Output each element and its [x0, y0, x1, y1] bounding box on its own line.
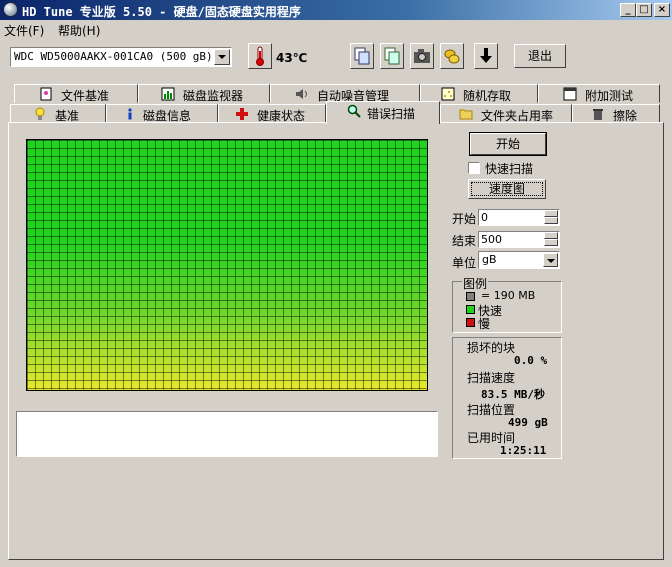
unit-select-value: gB: [482, 253, 497, 266]
camera-icon: [414, 49, 430, 63]
tab-erase[interactable]: 擦除: [572, 104, 660, 123]
tab-extra-tests[interactable]: 附加测试: [538, 84, 660, 103]
file-benchmark-icon: [40, 87, 52, 101]
tab-benchmark[interactable]: 基准: [10, 104, 106, 123]
copy-text-button[interactable]: [350, 43, 374, 69]
fast-swatch: [466, 305, 475, 314]
close-button[interactable]: ×: [654, 3, 670, 17]
tab-label: 文件基准: [61, 89, 110, 103]
menu-file[interactable]: 文件(F): [4, 22, 44, 39]
block-size-text: = 190 MB: [481, 289, 536, 302]
slow-label: 慢: [478, 317, 491, 331]
title-bar[interactable]: HD Tune 专业版 5.50 - 硬盘/固态硬盘实用程序 _ □ ×: [0, 0, 672, 20]
scatter-icon: [441, 87, 455, 101]
bar-chart-icon: [161, 87, 175, 101]
unit-label: 单位: [452, 256, 477, 270]
health-cross-icon: [236, 108, 248, 120]
save-button[interactable]: [474, 43, 498, 69]
copy-settings-icon: [384, 47, 400, 65]
end-position-value: 500: [481, 233, 502, 246]
window-title: HD Tune 专业版 5.50 - 硬盘/固态硬盘实用程序: [22, 5, 301, 19]
menu-help[interactable]: 帮助(H): [58, 22, 100, 39]
folder-icon: [459, 109, 473, 120]
down-arrow-icon: [480, 48, 492, 63]
temperature-value: 43℃: [276, 51, 308, 65]
maximize-button[interactable]: □: [636, 3, 652, 17]
scan-position-value: 499 gB: [508, 416, 548, 429]
exit-button[interactable]: 退出: [514, 44, 566, 68]
menu-bar: 文件(F) 帮助(H): [0, 20, 672, 38]
minimize-button[interactable]: _: [620, 3, 636, 17]
tab-label: 错误扫描: [367, 107, 416, 121]
window-icon: [563, 87, 577, 101]
tab-file-benchmark[interactable]: 文件基准: [14, 84, 138, 103]
start-position-label: 开始: [452, 212, 477, 226]
spin-up-icon[interactable]: [544, 232, 558, 239]
info-icon: [128, 108, 132, 120]
copy-icon: [354, 47, 370, 65]
scan-speed-label: 扫描速度: [467, 371, 516, 385]
tab-label: 磁盘监视器: [183, 89, 244, 103]
copy-settings-button[interactable]: [380, 43, 404, 69]
elapsed-time-value: 1:25:11: [500, 444, 547, 457]
coins-icon: [444, 49, 460, 64]
end-position-label: 结束: [452, 234, 477, 248]
spin-down-icon[interactable]: [544, 217, 558, 224]
start-scan-button[interactable]: 开始: [469, 132, 547, 156]
temperature-button[interactable]: [248, 43, 272, 69]
chevron-down-icon[interactable]: [543, 253, 558, 267]
coins-button[interactable]: [440, 43, 464, 69]
tab-folder-usage[interactable]: 文件夹占用率: [440, 104, 572, 123]
speaker-icon: [296, 89, 307, 99]
slow-swatch: [466, 318, 475, 327]
end-position-input[interactable]: 500: [478, 231, 560, 248]
spin-up-icon[interactable]: [544, 210, 558, 217]
speed-map-button[interactable]: 速度图: [468, 179, 546, 199]
drive-select-value: WDC WD5000AAKX-001CA0 (500 gB): [14, 50, 213, 63]
spin-down-icon[interactable]: [544, 239, 558, 246]
unit-select[interactable]: gB: [478, 251, 560, 269]
quick-scan-checkbox[interactable]: [468, 162, 480, 174]
magnifier-icon: [347, 104, 361, 118]
start-position-input[interactable]: 0: [478, 209, 560, 226]
start-position-value: 0: [481, 211, 488, 224]
chevron-down-icon[interactable]: [214, 49, 230, 65]
quick-scan-label: 快速扫描: [485, 162, 534, 176]
tab-health[interactable]: 健康状态: [218, 104, 326, 123]
tab-error-scan[interactable]: 错误扫描: [326, 101, 440, 124]
scan-log-box[interactable]: [16, 411, 438, 457]
trash-icon: [593, 109, 603, 120]
tab-label: 附加测试: [585, 89, 634, 103]
scan-block-map: [26, 139, 428, 391]
thermometer-icon: [256, 46, 264, 66]
lightbulb-icon: [35, 107, 45, 120]
block-size-swatch: [466, 292, 475, 301]
scan-speed-value: 83.5 MB/秒: [481, 388, 545, 401]
damaged-blocks-value: 0.0 %: [514, 354, 548, 367]
tab-disk-info[interactable]: 磁盘信息: [106, 104, 218, 123]
screenshot-button[interactable]: [410, 43, 434, 69]
tab-disk-monitor[interactable]: 磁盘监视器: [138, 84, 270, 103]
drive-select[interactable]: WDC WD5000AAKX-001CA0 (500 gB): [10, 47, 232, 67]
tab-label: 随机存取: [463, 89, 512, 103]
damaged-blocks-label: 损坏的块: [467, 341, 516, 355]
app-icon: [3, 2, 18, 17]
